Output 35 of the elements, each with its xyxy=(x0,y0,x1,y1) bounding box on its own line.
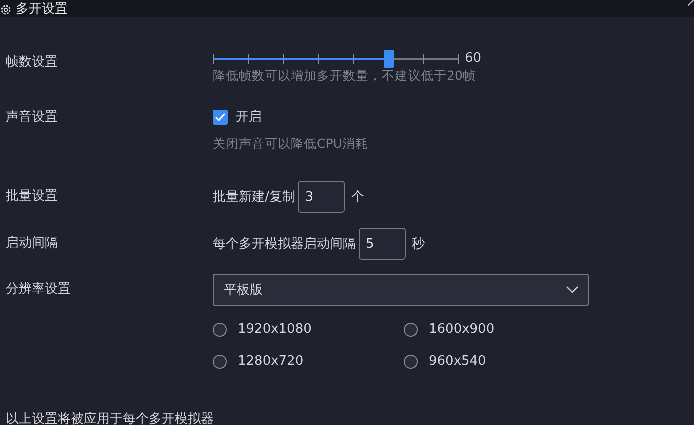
resolution-radio[interactable]: 1280x720 xyxy=(213,354,404,369)
unit-label: 个 xyxy=(351,189,364,206)
radio-circle[interactable] xyxy=(213,322,227,336)
radio-label: 1600x900 xyxy=(429,322,495,337)
chevron-down-icon xyxy=(566,286,579,294)
radio-circle[interactable] xyxy=(404,354,418,368)
setting-label: 声音设置 xyxy=(5,109,59,127)
input-field[interactable]: 5 xyxy=(359,228,406,260)
radio-label: 960x540 xyxy=(429,354,486,369)
gear-icon xyxy=(0,4,12,16)
setting-label: 帧数设置 xyxy=(5,54,59,72)
checkbox[interactable] xyxy=(213,110,228,124)
setting-label: 分辨率设置 xyxy=(5,281,72,299)
resolution-radio[interactable]: 1920x1080 xyxy=(213,322,404,337)
hint-text: 降低帧数可以增加多开数量，不建议低于20帧 xyxy=(213,68,477,85)
footer-note: 以上设置将被应用于每个多开模拟器 xyxy=(5,412,215,425)
resolution-radio[interactable]: 1600x900 xyxy=(404,322,595,337)
radio-label: 1920x1080 xyxy=(238,322,312,337)
field-label: 批量新建/复制 xyxy=(213,189,296,206)
checkbox-label: 开启 xyxy=(236,109,262,126)
unit-label: 秒 xyxy=(412,236,425,253)
radio-circle[interactable] xyxy=(404,322,418,336)
setting-label: 启动间隔 xyxy=(5,235,59,253)
resolution-radio[interactable]: 960x540 xyxy=(404,354,595,369)
window-title: 多开设置 xyxy=(16,3,68,17)
hint-text: 关闭声音可以降低CPU消耗 xyxy=(213,136,368,153)
close-icon[interactable] xyxy=(688,0,694,6)
radio-circle[interactable] xyxy=(213,354,227,368)
slider-value: 60 xyxy=(465,51,482,66)
field-label: 每个多开模拟器启动间隔 xyxy=(213,236,356,253)
setting-label: 批量设置 xyxy=(5,188,59,206)
radio-label: 1280x720 xyxy=(238,354,304,369)
resolution-dropdown[interactable]: 平板版 xyxy=(213,274,589,306)
input-field[interactable]: 3 xyxy=(298,181,346,213)
slider-thumb[interactable] xyxy=(384,50,394,68)
